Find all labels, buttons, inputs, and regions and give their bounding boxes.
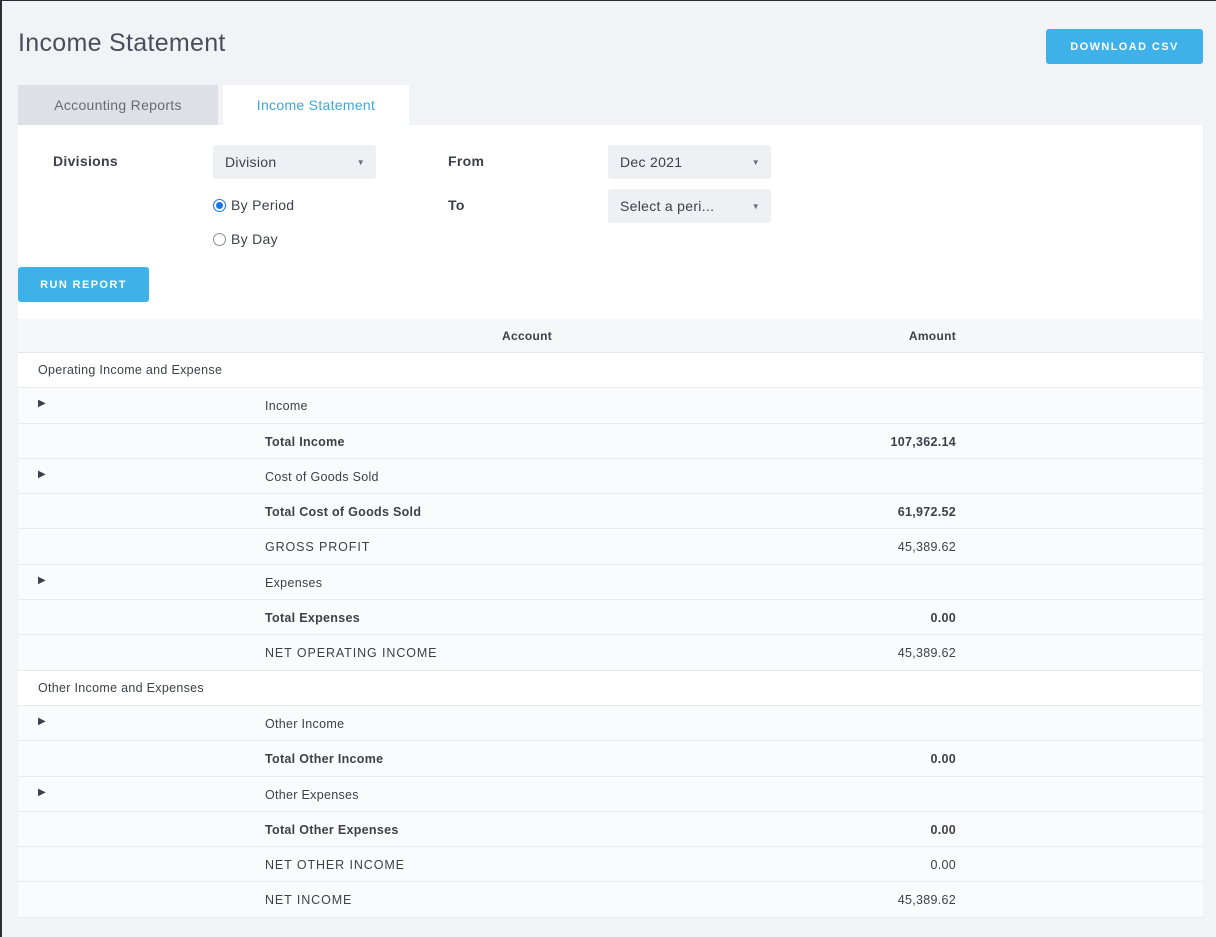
tab-accounting-reports[interactable]: Accounting Reports [18, 85, 218, 125]
radio-by-day-label: By Day [231, 231, 278, 247]
app-frame: Income Statement DOWNLOAD CSV Accounting… [0, 0, 1216, 937]
section-row: Operating Income and Expense [18, 353, 1203, 389]
income-statement-table: Account Amount Operating Income and Expe… [18, 319, 1203, 918]
amount-cell: 0.00 [930, 752, 956, 767]
column-header-amount: Amount [908, 329, 956, 343]
divisions-label: Divisions [53, 153, 118, 169]
report-tabs: Accounting Reports Income Statement [18, 85, 409, 125]
amount-cell: 0.00 [930, 858, 956, 873]
expand-triangle-icon[interactable]: ▶ [38, 787, 46, 798]
expand-triangle-icon[interactable]: ▶ [38, 469, 46, 480]
expand-triangle-icon[interactable]: ▶ [38, 398, 46, 409]
table-row: Total Other Income 0.00 [18, 741, 1203, 777]
table-row: GROSS PROFIT 45,389.62 [18, 529, 1203, 565]
section-label: Operating Income and Expense [38, 363, 223, 377]
table-row: Total Income 107,362.14 [18, 423, 1203, 459]
expand-triangle-icon[interactable]: ▶ [38, 575, 46, 586]
table-row: NET INCOME 45,389.62 [18, 882, 1203, 918]
amount-cell: 0.00 [930, 822, 956, 837]
amount-cell: 45,389.62 [897, 893, 956, 908]
table-header: Account Amount [18, 319, 1203, 353]
account-cell: Total Other Expenses [265, 822, 399, 837]
division-select-value: Division [225, 154, 277, 170]
radio-checked-icon[interactable] [213, 198, 226, 212]
table-row: Total Other Expenses 0.00 [18, 811, 1203, 848]
caret-down-icon: ▼ [751, 158, 760, 167]
page-title: Income Statement [18, 29, 226, 57]
radio-unchecked-icon[interactable] [213, 232, 226, 246]
account-cell: NET INCOME [265, 893, 353, 908]
amount-cell: 45,389.62 [897, 540, 956, 555]
from-period-value: Dec 2021 [620, 154, 683, 170]
radio-by-day[interactable]: By Day [213, 231, 278, 247]
account-cell: Total Other Income [265, 752, 384, 767]
table-row[interactable]: ▶ Expenses [18, 564, 1203, 601]
division-select[interactable]: Division ▼ [213, 145, 376, 179]
table-row[interactable]: ▶ Other Income [18, 705, 1203, 742]
account-cell: Other Income [265, 716, 345, 731]
amount-cell: 61,972.52 [897, 505, 956, 520]
table-body: Operating Income and Expense ▶ Income Total… [18, 353, 1203, 918]
section-label: Other Income and Expenses [38, 680, 204, 695]
table-row: Total Cost of Goods Sold 61,972.52 [18, 494, 1203, 530]
account-cell: Total Income [265, 434, 345, 449]
section-row: Other Income and Expenses [18, 670, 1203, 706]
account-cell: Total Cost of Goods Sold [265, 505, 422, 520]
radio-by-period-label: By Period [231, 197, 295, 213]
amount-cell: 0.00 [930, 611, 956, 626]
amount-cell: 107,362.14 [890, 434, 956, 449]
expand-triangle-icon[interactable]: ▶ [38, 716, 46, 727]
column-header-account: Account [502, 329, 553, 343]
account-cell: Other Expenses [265, 787, 359, 802]
account-cell: Income [265, 399, 308, 414]
table-row: Total Expenses 0.00 [18, 600, 1203, 636]
table-row: NET OPERATING INCOME 45,389.62 [18, 635, 1203, 671]
account-cell: NET OPERATING INCOME [265, 646, 438, 661]
account-cell: GROSS PROFIT [265, 540, 371, 555]
account-cell: Expenses [265, 575, 323, 590]
radio-by-period[interactable]: By Period [213, 197, 294, 213]
table-row: NET OTHER INCOME 0.00 [18, 847, 1203, 883]
tab-income-statement[interactable]: Income Statement [223, 85, 409, 125]
from-period-select[interactable]: Dec 2021 ▼ [608, 145, 771, 179]
report-panel: Divisions Division ▼ By Period By Day Fr… [18, 125, 1203, 918]
amount-cell: 45,389.62 [897, 646, 956, 661]
caret-down-icon: ▼ [751, 202, 760, 211]
to-label: To [448, 197, 465, 213]
table-row[interactable]: ▶ Income [18, 388, 1203, 424]
table-row[interactable]: ▶ Cost of Goods Sold [18, 458, 1203, 495]
from-label: From [448, 153, 485, 169]
to-period-value: Select a peri... [620, 198, 715, 214]
account-cell: Total Expenses [265, 611, 360, 626]
run-report-button[interactable]: RUN REPORT [18, 267, 149, 302]
to-period-select[interactable]: Select a peri... ▼ [608, 189, 771, 223]
account-cell: Cost of Goods Sold [265, 469, 379, 484]
caret-down-icon: ▼ [356, 158, 365, 167]
download-csv-button[interactable]: DOWNLOAD CSV [1046, 29, 1203, 64]
account-cell: NET OTHER INCOME [265, 858, 405, 873]
table-row[interactable]: ▶ Other Expenses [18, 776, 1203, 812]
